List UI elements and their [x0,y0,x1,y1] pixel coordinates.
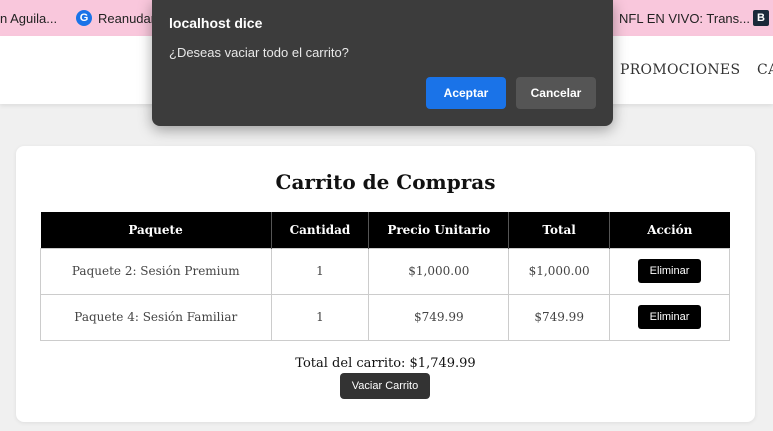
bookmark-item[interactable]: n Aguila... [0,0,57,36]
aceptar-button[interactable]: Aceptar [426,77,506,109]
cell-cantidad: 1 [270,247,370,295]
cell-cantidad: 1 [270,293,370,341]
bookmark-item-app[interactable]: B [753,0,769,36]
column-header-cantidad: Cantidad [271,212,370,248]
bookmark-label: n Aguila... [0,10,58,26]
vaciar-carrito-button[interactable]: Vaciar Carrito [340,373,430,399]
cart-table: Paquete Cantidad Precio Unitario Total A… [40,212,730,341]
nav-link-partial[interactable]: CA [757,36,773,104]
eliminar-button[interactable]: Eliminar [637,259,702,283]
bookmark-item-reanudar[interactable]: G Reanudar [76,0,155,36]
bookmark-label: Reanudar [98,10,156,26]
cancelar-button[interactable]: Cancelar [516,77,596,109]
confirm-dialog: localhost dice ¿Deseas vaciar todo el ca… [152,0,613,126]
column-header-accion: Acción [609,212,730,248]
column-header-precio: Precio Unitario [368,212,510,248]
bookmark-label: NFL EN VIVO: Trans... [619,10,750,26]
eliminar-button[interactable]: Eliminar [637,305,702,329]
cell-precio: $1,000.00 [368,247,510,295]
column-header-paquete: Paquete [40,212,272,248]
nav-link-promociones[interactable]: PROMOCIONES [620,36,740,104]
cell-total: $749.99 [508,293,611,341]
cell-precio: $749.99 [368,293,510,341]
cell-paquete: Paquete 4: Sesión Familiar [40,293,272,341]
table-header-row: Paquete Cantidad Precio Unitario Total A… [40,212,730,248]
cell-paquete: Paquete 2: Sesión Premium [40,247,272,295]
dialog-message: ¿Deseas vaciar todo el carrito? [169,45,349,60]
google-icon: G [76,10,92,26]
table-row: Paquete 2: Sesión Premium 1 $1,000.00 $1… [40,247,730,295]
cart-card: Carrito de Compras Paquete Cantidad Prec… [16,146,755,422]
column-header-total: Total [508,212,611,248]
cell-total: $1,000.00 [508,247,611,295]
bookmark-item-nfl[interactable]: NFL EN VIVO: Trans... [619,0,750,36]
cell-accion: Eliminar [609,293,730,341]
cart-total: Total del carrito: $1,749.99 [295,356,476,371]
table-row: Paquete 4: Sesión Familiar 1 $749.99 $74… [40,293,730,341]
cell-accion: Eliminar [609,247,730,295]
dialog-title: localhost dice [169,15,263,31]
bookmark-app-icon: B [753,10,769,26]
cart-title: Carrito de Compras [275,170,496,194]
